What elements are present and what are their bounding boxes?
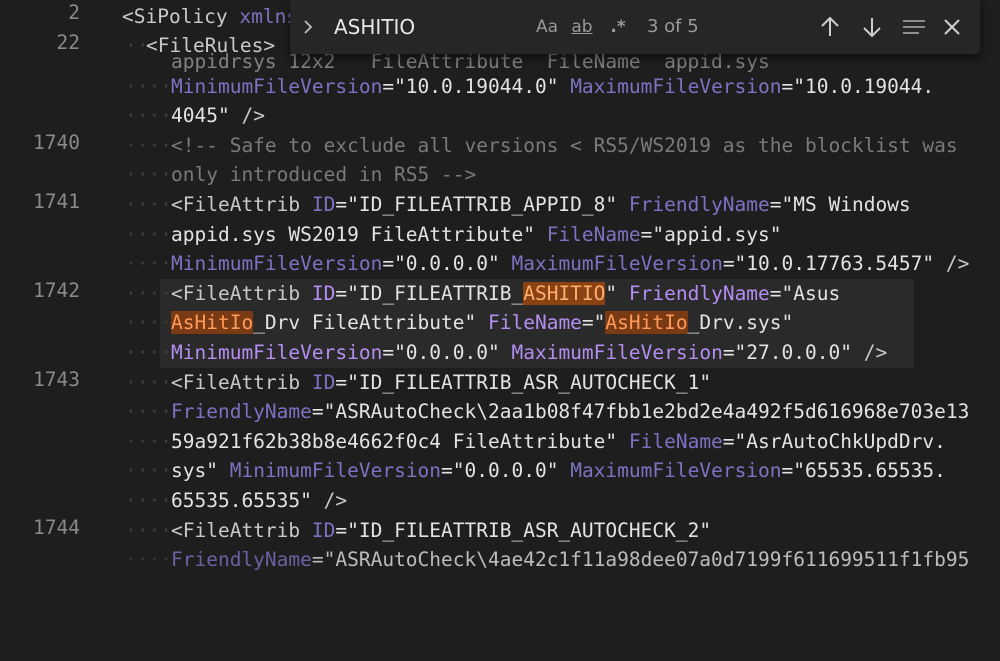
xml-value: " — [605, 282, 618, 305]
xml-value: ="0.0.0.0" — [441, 459, 559, 482]
code-line: ···· <FileAttrib ID="ID_FILEATTRIB_ASR_A… — [125, 519, 712, 542]
code-line: ···· 59a921f62b38b8e4662f0c4 FileAttribu… — [125, 430, 946, 453]
xml-value: ="10.0.17763.5457" — [722, 252, 935, 275]
code-line-current: ···· <FileAttrib ID="ID_FILEATTRIB_ASHIT… — [125, 282, 841, 305]
xml-attribute: FileName — [488, 311, 582, 334]
xml-value: ="appid.sys" — [640, 223, 782, 246]
xml-attribute: MaximumFileVersion — [511, 341, 723, 364]
code-line: ···· MinimumFileVersion="10.0.19044.0" M… — [125, 75, 935, 98]
xml-value: ="ASRAutoCheck\2aa1b08f47fbb1e2bd2e4a492… — [311, 400, 970, 423]
line-number: 2 — [68, 1, 80, 24]
xml-value: _Drv FileAttribute" — [253, 311, 477, 334]
xml-tag: <FileAttrib — [171, 193, 301, 216]
xml-value: 65535.65535" — [171, 489, 312, 512]
xml-tag-end: /> — [945, 252, 970, 275]
code-line: ···· sys" MinimumFileVersion="0.0.0.0" M… — [125, 459, 946, 482]
code-line: <SiPolicy xmlns — [0, 2, 298, 31]
find-in-selection-button[interactable] — [897, 10, 931, 44]
code-line: ···· <!-- Safe to exclude all versions <… — [0, 131, 958, 160]
xml-value: sys" — [171, 459, 218, 482]
code-line: ···· 65535.65535" /> — [125, 489, 348, 512]
toggle-replace-button[interactable] — [298, 14, 318, 40]
xml-attribute: FriendlyName — [628, 282, 770, 305]
code-line: ···· <FileAttrib ID="ID_FILEATTRIB_ASR_A… — [125, 371, 712, 394]
code-line: ···· appid.sys WS2019 FileAttribute" Fil… — [125, 223, 782, 246]
xml-value: ="0.0.0.0" — [382, 252, 500, 275]
xml-value: ="ID_FILEATTRIB_ASR_AUTOCHECK_1" — [335, 371, 712, 394]
xml-tag-end: /> — [863, 341, 888, 364]
xml-attribute: MaximumFileVersion — [511, 252, 723, 275]
xml-value: ="ID_FILEATTRIB_ — [335, 282, 524, 305]
code-line-current: ···· MinimumFileVersion="0.0.0.0" Maximu… — [125, 341, 888, 364]
xml-attribute: FileName — [546, 223, 641, 246]
xml-attribute: FriendlyName — [171, 548, 312, 571]
xml-attribute: MinimumFileVersion — [229, 459, 442, 482]
xml-value: ="27.0.0.0" — [722, 341, 852, 364]
xml-value: ="65535.65535. — [781, 459, 946, 482]
xml-attribute: ID — [311, 519, 336, 542]
find-match-current: ASHITIO — [523, 282, 606, 305]
xml-value: appid.sys WS2019 FileAttribute" — [171, 223, 535, 246]
code-line: ···· <FileAttrib ID="ID_FILEATTRIB_APPID… — [125, 193, 911, 216]
close-icon — [944, 19, 960, 35]
arrow-down-icon — [863, 18, 881, 38]
find-match: AsHitIo — [171, 311, 254, 334]
xml-attribute: FriendlyName — [628, 193, 770, 216]
code-line-current: ···· AsHitIo_Drv FileAttribute" FileName… — [125, 311, 794, 334]
xml-attribute: MinimumFileVersion — [171, 252, 383, 275]
xml-attribute: FriendlyName — [171, 400, 312, 423]
regex-toggle[interactable]: .* — [606, 12, 630, 42]
xml-value: ="10.0.19044.0" — [382, 75, 559, 98]
xml-attribute: MaximumFileVersion — [570, 459, 782, 482]
xml-value: ="ID_FILEATTRIB_APPID_8" — [335, 193, 618, 216]
xml-attribute: FileName — [628, 430, 723, 453]
xml-value: =" — [581, 311, 606, 334]
previous-match-button[interactable] — [813, 10, 847, 44]
code-editor[interactable]: 2 22 1740 1741 1742 1743 1744 <SiPolicy … — [0, 0, 1000, 571]
xml-tag: <FileAttrib — [171, 371, 301, 394]
xml-value: ="0.0.0.0" — [382, 341, 500, 364]
xml-attribute: MinimumFileVersion — [171, 75, 383, 98]
xml-value: ="ID_FILEATTRIB_ASR_AUTOCHECK_2" — [335, 519, 712, 542]
menu-lines-icon — [903, 20, 925, 34]
xml-value: ="AsrAutoChkUpdDrv. — [722, 430, 946, 453]
xml-attribute: ID — [311, 193, 336, 216]
find-widget: ASHITIO Aa ab .* 3 of 5 — [290, 0, 980, 54]
xml-attribute: MinimumFileVersion — [171, 341, 383, 364]
xml-value: 4045" — [171, 104, 230, 127]
xml-value: ="MS Windows — [769, 193, 911, 216]
arrow-up-icon — [821, 16, 839, 36]
match-count: 3 of 5 — [647, 16, 699, 37]
xml-attribute: MaximumFileVersion — [570, 75, 782, 98]
xml-tag-end: /> — [241, 104, 265, 127]
match-case-toggle[interactable]: Aa — [534, 12, 560, 42]
find-match: AsHitIo — [605, 311, 688, 334]
xml-tag: <FileAttrib — [171, 519, 301, 542]
xml-tag-end: /> — [323, 489, 348, 512]
code-line: ···· MinimumFileVersion="0.0.0.0" Maximu… — [125, 252, 970, 275]
close-find-button[interactable] — [935, 10, 969, 44]
xml-value: ="Asus — [769, 282, 841, 305]
code-line: ···· FriendlyName="ASRAutoCheck\4ae42c1f… — [125, 548, 970, 571]
whole-word-toggle[interactable]: ab — [568, 12, 596, 42]
xml-comment: only introduced in RS5 --> — [171, 163, 477, 186]
next-match-button[interactable] — [855, 10, 889, 44]
xml-tag: <SiPolicy — [122, 5, 228, 28]
xml-value: ="ASRAutoCheck\4ae42c1f11a98dee07a0d7199… — [311, 548, 970, 571]
line-number: 22 — [56, 31, 80, 54]
code-line: ···· FriendlyName="ASRAutoCheck\2aa1b08f… — [125, 400, 970, 423]
code-line: ···· 4045" /> — [125, 104, 265, 127]
xml-attribute: ID — [311, 371, 336, 394]
code-line: ···· only introduced in RS5 --> — [0, 160, 476, 189]
xml-value: ="10.0.19044. — [781, 75, 935, 98]
xml-tag: <FileAttrib — [171, 282, 301, 305]
chevron-right-icon — [304, 20, 313, 34]
xml-value: 59a921f62b38b8e4662f0c4 FileAttribute" — [171, 430, 618, 453]
xml-attribute: ID — [311, 282, 336, 305]
xml-value: _Drv.sys" — [687, 311, 794, 334]
xml-comment: <!-- Safe to exclude all versions < RS5/… — [171, 134, 958, 157]
